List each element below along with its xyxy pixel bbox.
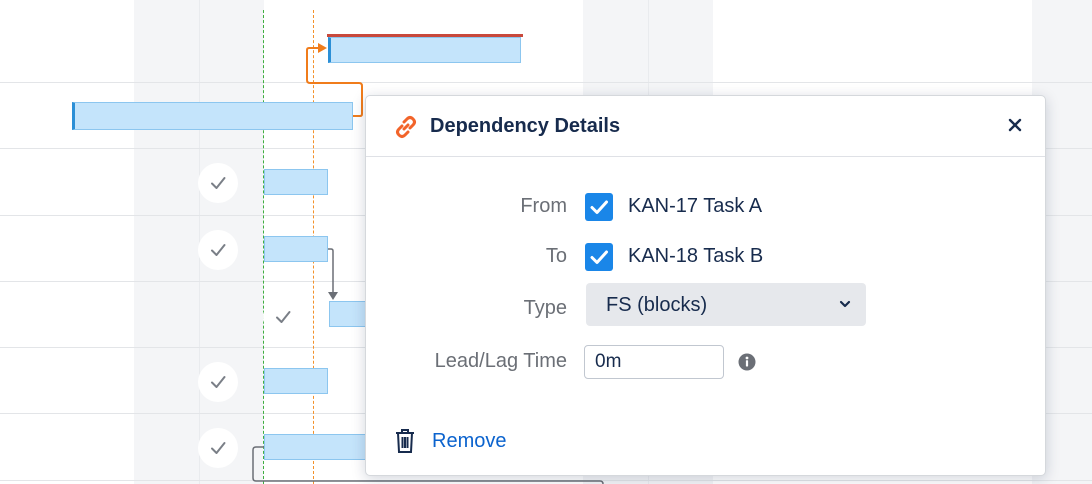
type-select-value: FS (blocks) bbox=[606, 294, 708, 316]
completed-check-icon bbox=[198, 230, 238, 270]
dependency-arrowhead bbox=[328, 292, 338, 300]
dependency-arrow bbox=[328, 248, 334, 292]
task-bar[interactable] bbox=[264, 434, 368, 460]
task-bar[interactable] bbox=[328, 37, 521, 63]
lag-row: Lead/Lag Time bbox=[366, 343, 1047, 379]
remove-label: Remove bbox=[432, 429, 507, 452]
to-label: To bbox=[545, 245, 567, 267]
task-bar[interactable] bbox=[72, 102, 353, 130]
close-icon bbox=[1008, 118, 1022, 132]
task-bar[interactable] bbox=[264, 169, 328, 195]
check-icon bbox=[590, 250, 608, 264]
chevron-down-icon bbox=[839, 300, 851, 308]
close-button[interactable] bbox=[1001, 110, 1029, 140]
lag-time-input[interactable] bbox=[584, 345, 724, 379]
dialog-header: Dependency Details bbox=[366, 96, 1045, 157]
type-label: Type bbox=[523, 297, 567, 319]
lag-label: Lead/Lag Time bbox=[434, 350, 567, 372]
dependency-details-dialog: Dependency Details From KAN-17 Task A To… bbox=[365, 95, 1046, 476]
to-task: KAN-18 Task B bbox=[628, 245, 764, 267]
task-bar[interactable] bbox=[264, 236, 328, 262]
task-bar[interactable] bbox=[264, 368, 328, 394]
to-row: To KAN-18 Task B bbox=[366, 238, 1047, 274]
completed-check-icon bbox=[198, 163, 238, 203]
task-bar[interactable] bbox=[329, 301, 369, 327]
to-checkbox[interactable] bbox=[585, 243, 613, 271]
remove-button[interactable]: Remove bbox=[394, 426, 506, 456]
type-row: Type FS (blocks) bbox=[366, 283, 1047, 327]
from-task: KAN-17 Task A bbox=[628, 195, 763, 217]
check-icon bbox=[590, 200, 608, 214]
completed-check-icon bbox=[263, 297, 303, 337]
row-divider bbox=[0, 82, 1092, 83]
dependency-arrowhead bbox=[318, 43, 327, 53]
completed-check-icon bbox=[198, 362, 238, 402]
from-row: From KAN-17 Task A bbox=[366, 188, 1047, 224]
trash-icon bbox=[396, 429, 414, 453]
from-checkbox[interactable] bbox=[585, 193, 613, 221]
type-select[interactable]: FS (blocks) bbox=[586, 283, 866, 326]
dialog-title: Dependency Details bbox=[430, 115, 621, 137]
row-divider bbox=[0, 480, 1092, 481]
link-icon bbox=[396, 116, 416, 138]
from-label: From bbox=[520, 195, 567, 217]
completed-check-icon bbox=[198, 428, 238, 468]
info-icon[interactable] bbox=[738, 353, 756, 371]
